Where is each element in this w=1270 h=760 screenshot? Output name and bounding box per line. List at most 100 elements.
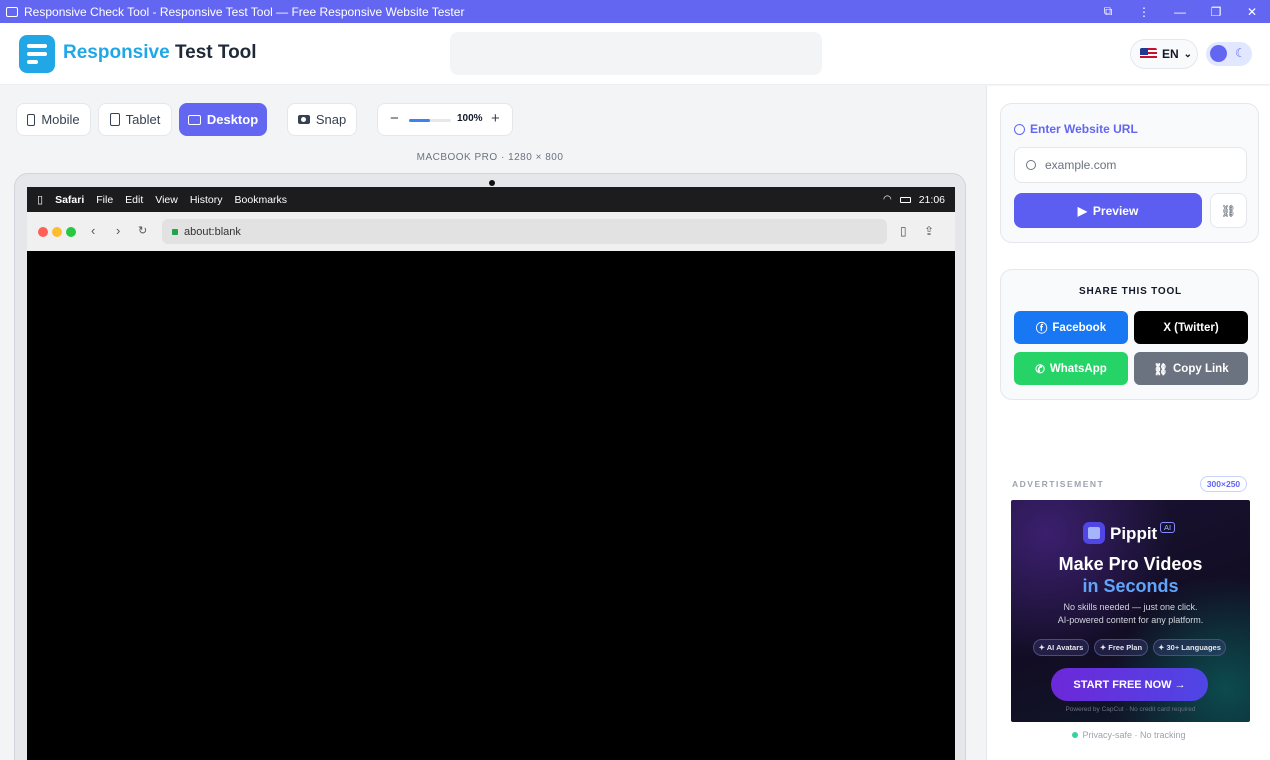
us-flag-icon <box>1140 48 1157 60</box>
preview-area: Mobile Tablet Desktop Snap − 100% + MACB… <box>0 86 986 760</box>
url-card: Enter Website URL example.com ▶ Preview … <box>1000 103 1259 243</box>
language-label: EN <box>1162 47 1179 61</box>
whatsapp-icon: ✆ <box>1035 363 1045 376</box>
clock: 21:06 <box>918 193 945 206</box>
snap-button[interactable]: Snap <box>287 103 357 136</box>
forward-icon: › <box>116 223 121 238</box>
ad-subtext-2: AI-powered content for any platform. <box>1057 615 1204 625</box>
facebook-label: Facebook <box>1052 321 1107 334</box>
globe-icon <box>1014 123 1025 135</box>
ad-cta-button[interactable]: START FREE NOW → <box>1051 668 1208 701</box>
site-header: Responsive Test Tool EN ⌄ ☾ <box>0 23 1270 85</box>
tablet-label: Tablet <box>125 112 161 127</box>
maximize-button[interactable]: ❐ <box>1198 0 1234 23</box>
desktop-label: Desktop <box>206 112 259 127</box>
facebook-icon: ⓕ <box>1035 322 1048 335</box>
extensions-icon[interactable]: ⧉ <box>1090 0 1126 23</box>
minimize-button[interactable]: — <box>1162 0 1198 23</box>
zoom-slider[interactable] <box>409 119 451 122</box>
privacy-note: Privacy-safe · No tracking <box>987 730 1270 740</box>
url-input[interactable]: example.com <box>1014 147 1247 183</box>
url-card-title-text: Enter Website URL <box>1030 122 1138 136</box>
ad-pill-languages: ✦ 30+ Languages <box>1153 639 1226 656</box>
ad-pill-avatars: ✦ AI Avatars <box>1033 639 1089 656</box>
close-button[interactable]: ✕ <box>1234 0 1270 23</box>
url-card-title: Enter Website URL <box>1014 122 1138 136</box>
zoom-slider-fill <box>409 119 430 122</box>
window-titlebar: Responsive Check Tool - Responsive Test … <box>0 0 1270 23</box>
ad-headline-accent: in Seconds <box>1082 576 1179 596</box>
copy-link-label: Copy Link <box>1173 362 1229 375</box>
ad-label: ADVERTISEMENT <box>1012 479 1105 489</box>
advertisement-banner[interactable]: Pippit AI Make Pro Videos in Seconds No … <box>1011 500 1250 722</box>
ad-pill-free-plan: ✦ Free Plan <box>1094 639 1148 656</box>
copy-url-button[interactable]: ⛓ <box>1210 193 1247 228</box>
share-card-title: SHARE THIS TOOL <box>1079 286 1182 297</box>
minimize-dot-icon <box>52 227 62 237</box>
ad-ai-badge: AI <box>1160 522 1176 533</box>
tablet-icon <box>109 113 120 126</box>
logo-icon[interactable] <box>19 35 55 73</box>
share-card: SHARE THIS TOOL ⓕ Facebook X (Twitter) ✆… <box>1000 269 1259 400</box>
more-menu-icon[interactable]: ⋮ <box>1126 0 1162 23</box>
moon-icon: ☾ <box>1235 46 1246 60</box>
preview-button[interactable]: ▶ Preview <box>1014 193 1202 228</box>
browser-toolbar: ‹ › ↻ about:blank ▯ ⇪ <box>27 212 955 251</box>
close-dot-icon <box>38 227 48 237</box>
twitter-label: X (Twitter) <box>1163 321 1219 334</box>
zoom-control: − 100% + <box>377 103 513 136</box>
lock-icon <box>172 228 178 235</box>
sidebar: Enter Website URL example.com ▶ Preview … <box>986 86 1270 760</box>
snap-label: Snap <box>315 112 347 127</box>
facebook-share-button[interactable]: ⓕ Facebook <box>1014 311 1128 344</box>
logo-text[interactable]: Responsive Test Tool <box>63 42 257 64</box>
menu-file: File <box>96 193 114 206</box>
back-icon: ‹ <box>91 223 96 238</box>
zoom-out-button[interactable]: − <box>390 110 399 127</box>
desktop-icon <box>187 114 201 125</box>
menu-view: View <box>155 193 178 206</box>
shield-icon <box>1072 732 1079 738</box>
pippit-logo-icon <box>1083 522 1105 544</box>
apple-icon: ▯ <box>37 194 44 206</box>
share-icon: ⇪ <box>924 224 935 238</box>
app-icon <box>6 6 18 17</box>
maximize-dot-icon <box>66 227 76 237</box>
link-icon: ⛓ <box>1220 203 1237 218</box>
window-title: Responsive Check Tool - Responsive Test … <box>24 4 465 19</box>
menu-edit: Edit <box>125 193 144 206</box>
menu-safari: Safari <box>55 193 85 206</box>
reload-icon: ↻ <box>138 225 148 237</box>
ad-brand: Pippit <box>1110 524 1158 543</box>
globe-icon <box>1026 160 1036 170</box>
tablet-button[interactable]: Tablet <box>98 103 172 136</box>
ad-footer: Powered by CapCut · No credit card requi… <box>1065 706 1196 713</box>
zoom-in-button[interactable]: + <box>491 110 500 127</box>
ad-size-badge: 300×250 <box>1200 476 1247 492</box>
preview-label: Preview <box>1092 203 1139 218</box>
language-selector[interactable]: EN ⌄ <box>1130 39 1198 69</box>
theme-toggle[interactable]: ☾ <box>1206 42 1252 66</box>
desktop-button[interactable]: Desktop <box>179 103 267 136</box>
play-icon: ▶ <box>1077 203 1087 218</box>
laptop-screen: ▯ Safari File Edit View History Bookmark… <box>27 187 955 760</box>
whatsapp-label: WhatsApp <box>1049 362 1107 375</box>
phone-icon <box>27 113 36 126</box>
mac-menubar: ▯ Safari File Edit View History Bookmark… <box>27 187 955 212</box>
laptop-camera <box>489 180 495 186</box>
menu-bookmarks: Bookmarks <box>234 193 288 206</box>
zoom-value: 100% <box>457 113 483 124</box>
copy-link-button[interactable]: ⛓ Copy Link <box>1134 352 1248 385</box>
twitter-share-button[interactable]: X (Twitter) <box>1134 311 1248 344</box>
mobile-label: Mobile <box>41 112 80 127</box>
laptop-frame: ▯ Safari File Edit View History Bookmark… <box>14 173 966 760</box>
mobile-button[interactable]: Mobile <box>16 103 91 136</box>
address-bar: about:blank <box>162 219 887 244</box>
device-label: MACBOOK PRO · 1280 × 800 <box>416 152 564 163</box>
whatsapp-share-button[interactable]: ✆ WhatsApp <box>1014 352 1128 385</box>
battery-icon <box>899 196 911 203</box>
privacy-text: Privacy-safe · No tracking <box>1082 730 1186 740</box>
ad-subtext-1: No skills needed — just one click. <box>1063 602 1198 612</box>
toggle-knob <box>1210 45 1227 62</box>
address-text: about:blank <box>184 225 241 238</box>
